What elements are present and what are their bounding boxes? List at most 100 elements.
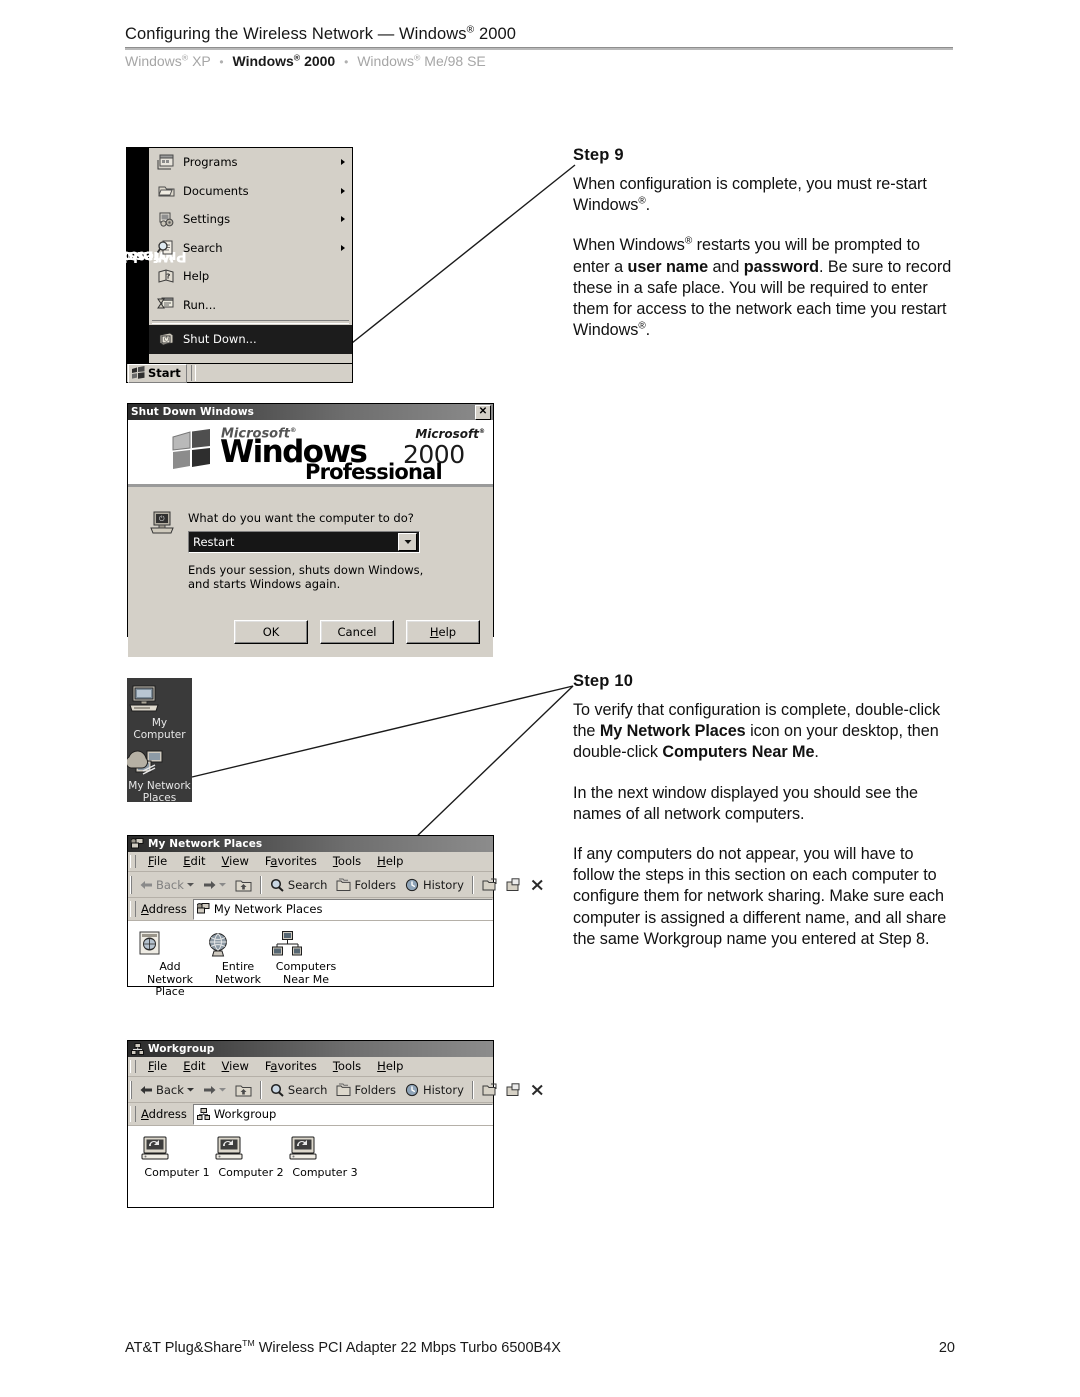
- move-to-folder-icon: [482, 878, 497, 892]
- forward-arrow-icon: [203, 880, 216, 890]
- up-button[interactable]: [231, 874, 256, 895]
- toolbar-grip[interactable]: [130, 1080, 132, 1099]
- item-label: Add Network: [147, 960, 193, 986]
- menu-item-view[interactable]: View: [214, 855, 257, 868]
- forward-button[interactable]: [199, 1079, 230, 1100]
- menu-grip[interactable]: [130, 855, 136, 868]
- menu-item-file[interactable]: File: [140, 855, 175, 868]
- dialog-body: ⏻ What do you want the computer to do? R…: [128, 487, 493, 657]
- menu-item-file[interactable]: File: [140, 1060, 175, 1073]
- search-icon: [270, 1083, 285, 1097]
- up-button[interactable]: [231, 1079, 256, 1100]
- computer-icon: [288, 1136, 362, 1164]
- window-titlebar: Workgroup: [128, 1041, 493, 1057]
- menu-item-view[interactable]: View: [214, 1060, 257, 1073]
- folders-button[interactable]: Folders: [332, 874, 400, 895]
- move-to-button[interactable]: [478, 1079, 501, 1100]
- back-button[interactable]: Back: [136, 1079, 198, 1100]
- list-item-entire-network[interactable]: Entire Network: [204, 931, 272, 999]
- folders-button[interactable]: Folders: [332, 1079, 400, 1100]
- start-menu-list: Programs Documents Settings Search ? Hel…: [149, 148, 352, 363]
- start-menu-item-settings[interactable]: Settings: [149, 205, 352, 234]
- list-item-add-network-place[interactable]: Add Network Place: [136, 931, 204, 999]
- menu-item-edit[interactable]: Edit: [175, 1060, 213, 1073]
- forward-button[interactable]: [199, 874, 230, 895]
- chevron-down-icon[interactable]: [398, 533, 417, 551]
- delete-button[interactable]: [526, 874, 549, 895]
- close-icon[interactable]: ✕: [475, 404, 491, 420]
- search-button[interactable]: Search: [266, 874, 332, 895]
- toolbar-separator: [259, 875, 262, 894]
- start-menu-item-search[interactable]: Search: [149, 234, 352, 263]
- start-menu-divider: [152, 320, 349, 324]
- delete-button[interactable]: [526, 1079, 549, 1100]
- start-button[interactable]: Start: [128, 363, 187, 383]
- svg-text:⏻: ⏻: [159, 515, 165, 523]
- start-menu-item-run[interactable]: Run...: [149, 291, 352, 320]
- desktop-icon-label: My Computer: [133, 717, 186, 741]
- copy-to-button[interactable]: [502, 874, 525, 895]
- desktop-icons-screenshot: My Computer My Network Places: [127, 678, 192, 804]
- desktop-icon-my-network-places[interactable]: My Network Places: [127, 741, 192, 804]
- menu-item-favorites[interactable]: Favorites: [257, 855, 325, 868]
- address-input[interactable]: Workgroup: [192, 1103, 493, 1125]
- history-button[interactable]: History: [401, 1079, 468, 1100]
- tool-bar: Back Search Folders History: [128, 872, 543, 898]
- ok-button[interactable]: OK: [234, 620, 308, 644]
- menu-bar: File Edit View Favorites Tools Help: [128, 852, 493, 872]
- history-button[interactable]: History: [401, 874, 468, 895]
- item-label: Computer 3: [292, 1166, 358, 1179]
- list-item-computer-3[interactable]: Computer 3: [288, 1136, 362, 1180]
- back-button[interactable]: Back: [136, 874, 198, 895]
- chevron-down-icon[interactable]: [218, 1087, 226, 1092]
- list-item-computer-2[interactable]: Computer 2: [214, 1136, 288, 1180]
- start-menu-item-programs[interactable]: Programs: [149, 148, 352, 177]
- dialog-description: Ends your session, shuts down Windows, a…: [188, 563, 424, 591]
- address-grip[interactable]: [130, 1106, 136, 1122]
- dialog-prompt: What do you want the computer to do?: [188, 511, 414, 525]
- menu-grip[interactable]: [130, 1060, 136, 1073]
- folders-icon: [336, 1083, 351, 1097]
- menu-item-tools[interactable]: Tools: [325, 1060, 369, 1073]
- start-menu-label: Settings: [183, 212, 231, 227]
- list-item-computer-1[interactable]: Computer 1: [140, 1136, 214, 1180]
- submenu-arrow-icon: [341, 216, 345, 223]
- move-to-button[interactable]: [478, 874, 501, 895]
- item-label: Place: [155, 985, 185, 998]
- cancel-button[interactable]: Cancel: [320, 620, 394, 644]
- search-button[interactable]: Search: [266, 1079, 332, 1100]
- menu-item-favorites[interactable]: Favorites: [257, 1060, 325, 1073]
- copy-to-button[interactable]: [502, 1079, 525, 1100]
- chevron-down-icon[interactable]: [186, 882, 194, 887]
- workgroup-window: Workgroup File Edit View Favorites Tools…: [127, 1040, 543, 1208]
- chevron-down-icon[interactable]: [218, 882, 226, 887]
- start-menu-item-help[interactable]: ? Help: [149, 262, 352, 291]
- menu-item-tools[interactable]: Tools: [325, 855, 369, 868]
- icon-list: Add Network Place Entire Network Compute…: [128, 922, 493, 999]
- up-folder-icon: [235, 1082, 252, 1098]
- platform-breadcrumb: Windows® XP • Windows® 2000 • Windows® M…: [125, 53, 486, 69]
- menu-item-help[interactable]: Help: [369, 1060, 411, 1073]
- help-button[interactable]: Help: [406, 620, 480, 644]
- toolbar-grip[interactable]: [130, 875, 132, 894]
- add-network-place-icon: [136, 931, 204, 958]
- menu-item-edit[interactable]: Edit: [175, 855, 213, 868]
- shutdown-action-dropdown[interactable]: Restart: [188, 531, 420, 553]
- item-label: Computer 2: [218, 1166, 284, 1179]
- start-menu-item-documents[interactable]: Documents: [149, 177, 352, 206]
- address-label: Address: [141, 902, 187, 916]
- history-label: History: [422, 877, 464, 892]
- list-item-computers-near-me[interactable]: Computers Near Me: [272, 931, 340, 999]
- microsoft-corner-logo: Microsoft®: [415, 427, 485, 441]
- shut-down-windows-dialog: Shut Down Windows ✕ Microsoft® Microsoft…: [127, 403, 494, 657]
- address-input[interactable]: My Network Places: [192, 898, 493, 920]
- menu-item-help[interactable]: Help: [369, 855, 411, 868]
- windows-2000-splash-banner: Microsoft® Microsoft® Windows 2000 Profe…: [128, 420, 493, 487]
- item-label: Computers: [275, 960, 337, 973]
- desktop-icon-my-computer[interactable]: My Computer: [127, 678, 192, 741]
- start-menu-label: Help: [183, 269, 210, 284]
- chevron-down-icon[interactable]: [186, 1087, 194, 1092]
- address-grip[interactable]: [130, 901, 136, 917]
- taskbar-screenshot: Start: [126, 363, 353, 383]
- start-menu-item-shut-down[interactable]: ⏻ Shut Down...: [149, 325, 352, 354]
